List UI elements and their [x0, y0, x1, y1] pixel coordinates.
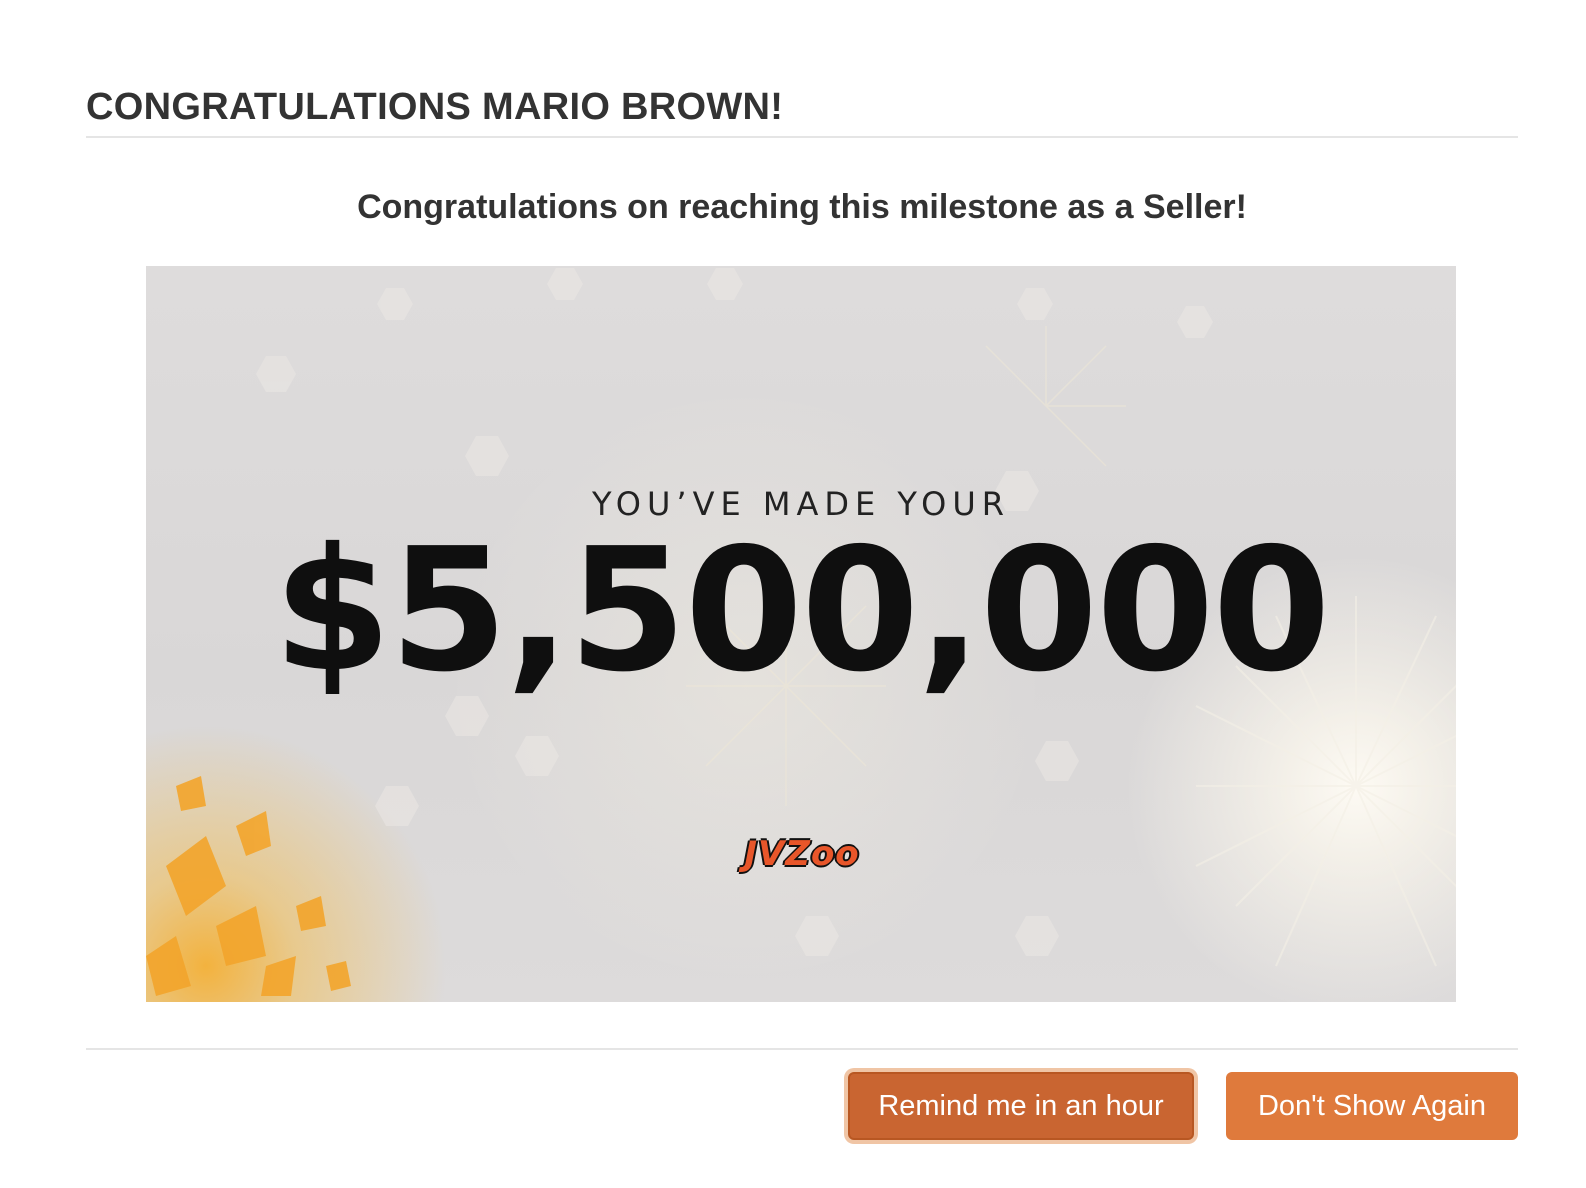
- jvzoo-logo-text: JVZoo: [744, 834, 860, 874]
- milestone-banner-image: YOU’VE MADE YOUR $5,500,000 JVZoo: [146, 266, 1456, 1002]
- footer-divider: [86, 1048, 1518, 1050]
- milestone-amount: $5,500,000: [273, 512, 1330, 710]
- remind-later-button[interactable]: Remind me in an hour: [848, 1072, 1194, 1140]
- modal-title: CONGRATULATIONS MARIO BROWN!: [86, 86, 784, 128]
- header-divider: [86, 136, 1518, 138]
- milestone-subtitle: Congratulations on reaching this milesto…: [357, 188, 1247, 226]
- jvzoo-logo: JVZoo: [724, 820, 880, 892]
- milestone-modal: CONGRATULATIONS MARIO BROWN! Congratulat…: [0, 0, 1586, 1188]
- dont-show-again-button[interactable]: Don't Show Again: [1226, 1072, 1518, 1140]
